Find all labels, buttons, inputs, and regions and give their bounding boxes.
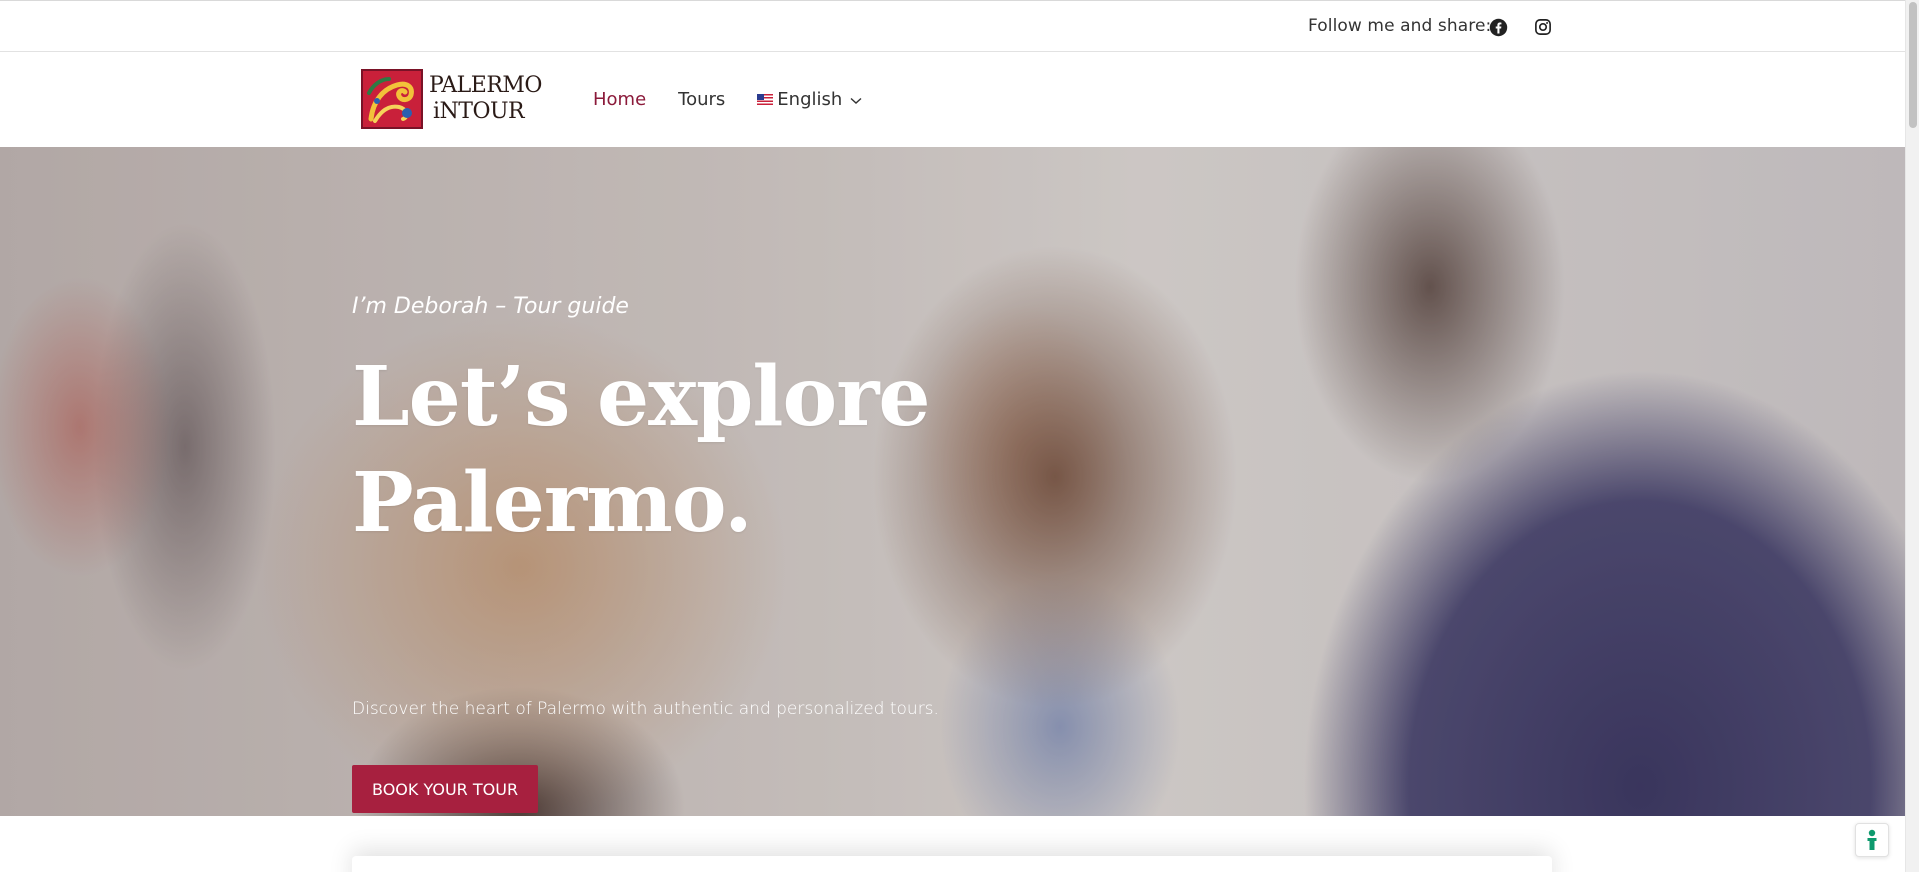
cookie-settings-icon [1867, 829, 1877, 850]
hero-title-line-2: Palermo. [352, 455, 753, 551]
page-scrollbar[interactable] [1905, 0, 1919, 872]
site-logo[interactable]: PALERMO iNTOUR [361, 69, 542, 129]
language-switcher[interactable]: English [757, 89, 862, 110]
logo-wordmark: PALERMO iNTOUR [429, 73, 542, 125]
book-tour-button[interactable]: BOOK YOUR TOUR [352, 765, 539, 813]
site-header: PALERMO iNTOUR Home Tours English [0, 52, 1905, 147]
top-bar: Follow me and share: [0, 0, 1905, 52]
hero-title: Let’s explore Palermo. [352, 344, 972, 556]
us-flag-icon [757, 94, 774, 105]
instagram-icon [1535, 19, 1551, 35]
instagram-link[interactable] [1532, 16, 1554, 38]
page: Follow me and share: PALERMO iNTOUR Home… [0, 0, 1919, 872]
cookie-settings-button[interactable] [1855, 823, 1889, 857]
nav-home[interactable]: Home [593, 89, 646, 110]
language-label: English [777, 89, 843, 110]
follow-text: Follow me and share: [1308, 16, 1492, 36]
main-nav: Home Tours English [593, 89, 862, 110]
hero-subtitle: I’m Deborah – Tour guide [352, 294, 629, 319]
facebook-link[interactable] [1487, 16, 1509, 38]
hero-description: Discover the heart of Palermo with authe… [352, 699, 939, 719]
facebook-icon [1489, 18, 1507, 36]
nav-tours[interactable]: Tours [678, 89, 725, 110]
content-card [352, 856, 1552, 872]
hero-section: I’m Deborah – Tour guide Let’s explore P… [0, 147, 1905, 816]
chevron-down-icon [850, 97, 862, 104]
scrollbar-thumb[interactable] [1909, 2, 1917, 128]
logo-line-2: iNTOUR [433, 99, 525, 124]
hero-title-line-1: Let’s explore [352, 349, 931, 445]
logo-emblem [361, 69, 423, 129]
content-section [0, 816, 1905, 872]
logo-line-1: PALERMO [429, 73, 542, 98]
logo-ornament-icon [363, 71, 421, 127]
